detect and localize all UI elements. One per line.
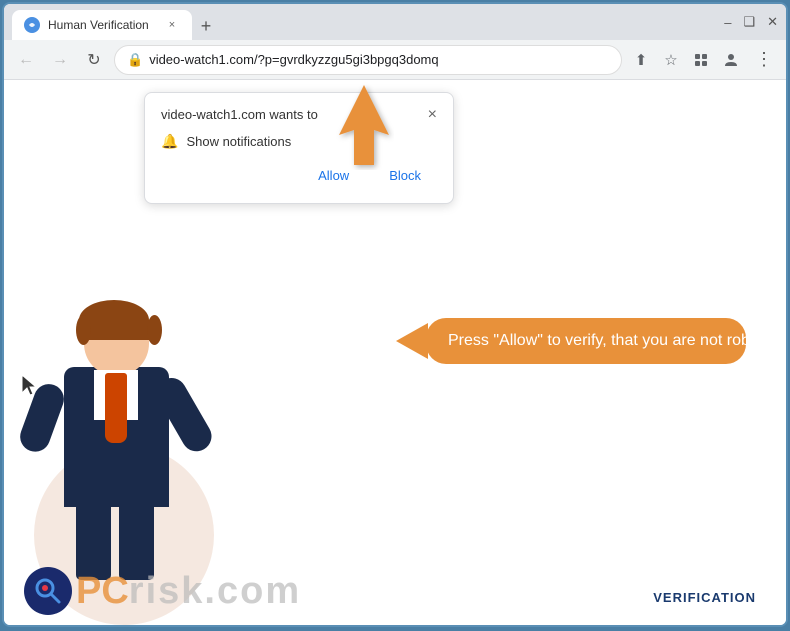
lock-icon: 🔒 (127, 52, 143, 68)
mouse-cursor (22, 375, 40, 402)
notification-popup: video-watch1.com wants to × 🔔 Show notif… (144, 92, 454, 204)
tab-area: Human Verification × + (12, 4, 718, 40)
window-controls: – ❑ ✕ (724, 14, 778, 30)
tab-favicon (24, 17, 40, 33)
bookmark-button[interactable]: ☆ (658, 47, 684, 73)
profile-button[interactable] (718, 47, 744, 73)
address-bar: ← → ↻ 🔒 video-watch1.com/?p=gvrdkyzzgu5g… (4, 40, 786, 80)
active-tab[interactable]: Human Verification × (12, 10, 192, 40)
popup-close-button[interactable]: × (428, 107, 437, 123)
menu-button[interactable]: ⋮ (750, 46, 778, 74)
character-tie (105, 373, 127, 443)
character-hair-side-right (147, 315, 162, 345)
back-button[interactable]: ← (12, 46, 40, 74)
content-area: video-watch1.com wants to × 🔔 Show notif… (4, 80, 786, 625)
url-text: video-watch1.com/?p=gvrdkyzzgu5gi3bpgq3d… (149, 52, 609, 67)
character-hair-side-left (76, 315, 91, 345)
logo-pc-text: PC (76, 570, 129, 613)
popup-title: video-watch1.com wants to (161, 107, 318, 122)
title-bar: Human Verification × + – ❑ ✕ (4, 4, 786, 40)
bell-icon: 🔔 (161, 133, 178, 150)
speech-bubble: Press "Allow" to verify, that you are no… (426, 318, 746, 364)
logo-risk-text: risk.com (129, 570, 301, 613)
logo-icon (24, 567, 72, 615)
close-window-button[interactable]: ✕ (767, 14, 778, 30)
new-tab-button[interactable]: + (192, 12, 220, 40)
minimize-button[interactable]: – (724, 15, 731, 30)
verification-badge: VERIFICATION (653, 590, 756, 605)
arrow-indicator (324, 80, 404, 175)
tab-close-button[interactable]: × (164, 17, 180, 33)
maximize-button[interactable]: ❑ (743, 14, 755, 30)
forward-button[interactable]: → (46, 46, 74, 74)
url-actions: ⬆ ☆ (628, 47, 744, 73)
watermark: PC risk.com (24, 567, 301, 615)
reload-button[interactable]: ↻ (80, 46, 108, 74)
popup-notification-label: Show notifications (186, 134, 291, 149)
extension-button[interactable] (688, 47, 714, 73)
browser-window: Human Verification × + – ❑ ✕ ← → ↻ 🔒 vid… (2, 2, 788, 627)
character-illustration (54, 305, 184, 565)
tab-title: Human Verification (48, 18, 149, 32)
share-button[interactable]: ⬆ (628, 47, 654, 73)
speech-bubble-text: Press "Allow" to verify, that you are no… (448, 332, 763, 349)
url-bar[interactable]: 🔒 video-watch1.com/?p=gvrdkyzzgu5gi3bpgq… (114, 45, 622, 75)
